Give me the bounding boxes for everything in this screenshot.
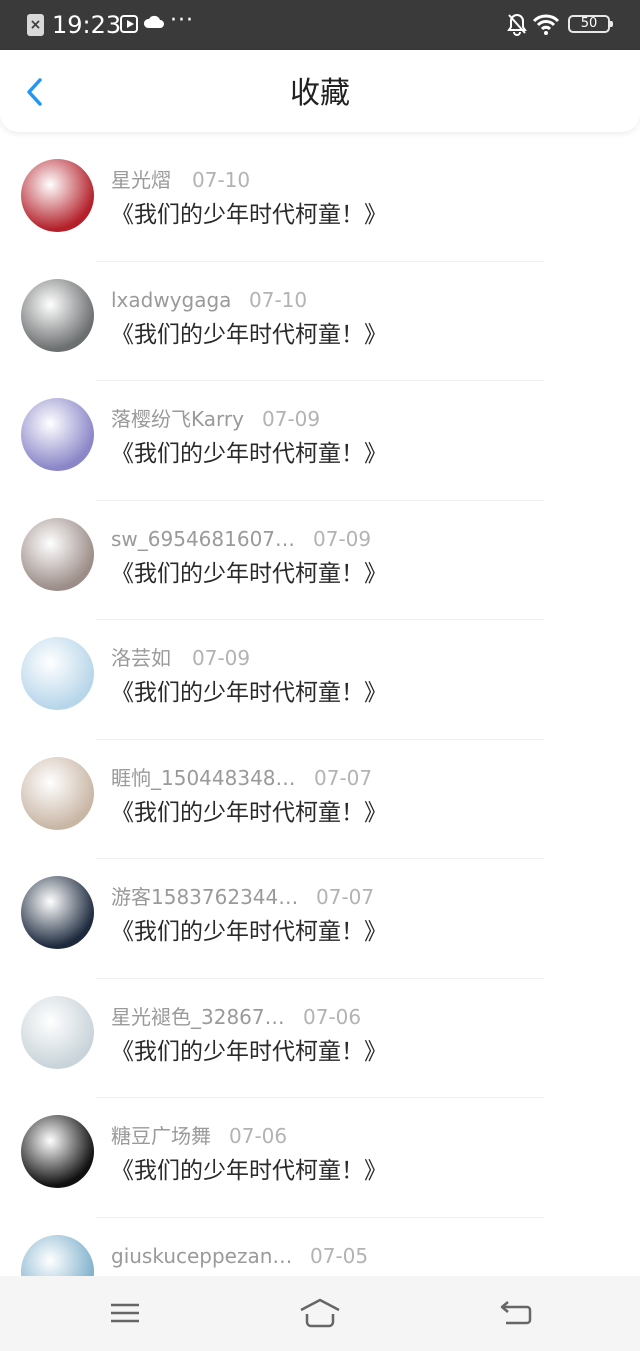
back-icon[interactable]	[496, 1296, 536, 1330]
avatar[interactable]	[21, 398, 94, 471]
battery-icon: 50	[568, 15, 613, 33]
avatar[interactable]	[21, 517, 94, 591]
favorite-date: 07-09	[313, 526, 372, 551]
favorite-date: 07-07	[314, 765, 373, 790]
cloud-icon	[143, 15, 164, 28]
favorite-title[interactable]: 《我们的少年时代柯童！》	[111, 677, 387, 709]
username: 糖豆广场舞	[111, 1124, 211, 1148]
avatar[interactable]	[21, 637, 94, 710]
favorite-title[interactable]: 《我们的少年时代柯童！》	[111, 319, 387, 351]
menu-icon[interactable]	[105, 1296, 145, 1330]
list-item[interactable]: sw_6954681607… 07-09 《我们的少年时代柯童！》	[0, 501, 640, 620]
favorite-title[interactable]: 《我们的少年时代柯童！》	[111, 916, 387, 948]
favorite-title[interactable]: 《我们的少年时代柯童！》	[111, 797, 387, 829]
favorite-title[interactable]: 《我们的少年时代柯童！》	[111, 558, 387, 590]
avatar[interactable]	[21, 756, 94, 830]
username: giuskuceppezan…	[111, 1243, 293, 1268]
username: 星光熠	[111, 168, 171, 192]
list-item[interactable]: lxadwygaga 07-10 《我们的少年时代柯童！》	[0, 262, 640, 381]
username: lxadwygaga	[111, 287, 232, 312]
favorite-title[interactable]: 《我们的少年时代柯童！》	[111, 1036, 387, 1068]
bell-off-icon	[507, 13, 527, 36]
list-item[interactable]: 洛芸如 07-09 《我们的少年时代柯童！》	[0, 620, 640, 740]
username: 落樱纷飞Karry	[111, 407, 244, 431]
avatar[interactable]	[21, 1234, 94, 1276]
avatar[interactable]	[21, 159, 94, 232]
favorite-date: 07-07	[316, 885, 375, 909]
favorite-title[interactable]: 《我们的少年时代柯童！》	[111, 1155, 387, 1187]
favorite-date: 07-10	[249, 287, 308, 312]
app-close-icon: ×	[27, 14, 44, 36]
username: sw_6954681607…	[111, 526, 296, 551]
avatar[interactable]	[21, 995, 94, 1069]
wifi-icon	[532, 14, 560, 35]
avatar[interactable]	[21, 278, 94, 352]
favorite-date: 07-10	[192, 168, 251, 192]
username: 游客1583762344…	[111, 885, 299, 909]
favorite-date: 07-06	[303, 1004, 362, 1029]
favorite-title[interactable]: 《我们的少年时代柯童！》	[111, 199, 387, 231]
list-item[interactable]: 星光褪色_32867… 07-06 《我们的少年时代柯童！》	[0, 979, 640, 1098]
username: 睚恦_150448348…	[111, 765, 296, 790]
favorite-title[interactable]: 《我们的少年时代柯童！》	[111, 438, 387, 470]
username: 洛芸如	[111, 646, 171, 670]
page-title: 收藏	[290, 76, 350, 111]
status-bar: × 19:23 ··· 50	[0, 0, 640, 50]
system-nav-bar	[0, 1276, 640, 1351]
list-item[interactable]: giuskuceppezan…07-05《我们的少年时代柯童！》	[0, 1218, 640, 1276]
username: 星光褪色_32867…	[111, 1004, 285, 1029]
header-bar: 收藏	[0, 50, 640, 132]
play-icon	[120, 15, 138, 33]
favorite-date: 07-05	[310, 1243, 369, 1268]
favorite-date: 07-09	[192, 646, 251, 670]
favorite-date: 07-09	[262, 407, 321, 431]
favorite-date: 07-06	[229, 1124, 288, 1148]
list-item[interactable]: 睚恦_150448348… 07-07 《我们的少年时代柯童！》	[0, 740, 640, 859]
list-item[interactable]: 星光熠 07-10 《我们的少年时代柯童！》	[0, 142, 640, 262]
status-time: 19:23	[52, 11, 122, 39]
favorites-list: 星光熠 07-10 《我们的少年时代柯童！》 lxadwygaga 07-10 《我们的少…	[0, 142, 640, 1276]
avatar[interactable]	[21, 1115, 94, 1188]
more-dots-icon: ···	[170, 8, 194, 33]
list-item[interactable]: 落樱纷飞Karry 07-09 《我们的少年时代柯童！》	[0, 381, 640, 501]
list-item[interactable]: 游客1583762344… 07-07 《我们的少年时代柯童！》	[0, 859, 640, 979]
list-item[interactable]: 糖豆广场舞 07-06 《我们的少年时代柯童！》	[0, 1098, 640, 1218]
avatar[interactable]	[21, 876, 94, 949]
home-icon[interactable]	[298, 1296, 342, 1330]
